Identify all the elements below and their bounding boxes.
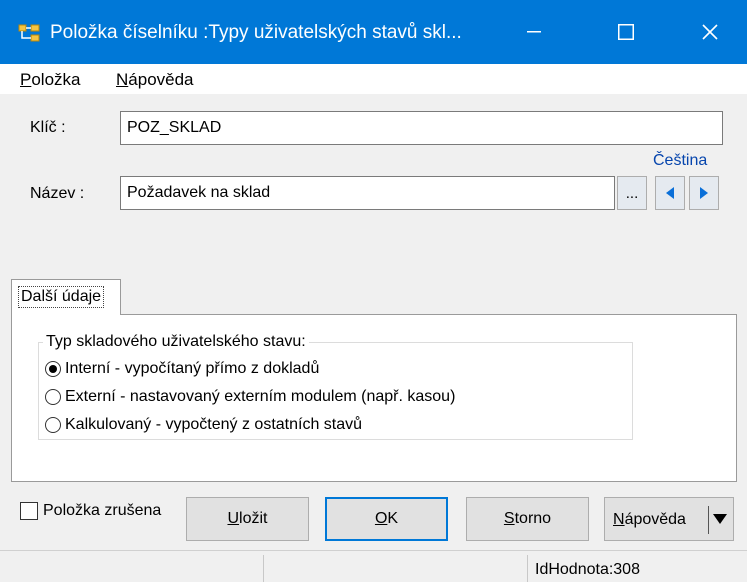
save-button[interactable]: Uložit	[186, 497, 309, 541]
key-label: Klíč :	[30, 119, 66, 136]
status-id: IdHodnota:308	[535, 561, 640, 578]
maximize-button[interactable]	[596, 0, 656, 64]
minimize-icon	[527, 31, 541, 33]
close-button[interactable]	[680, 0, 740, 64]
tab-dalsi-udaje[interactable]: Další údaje	[11, 279, 121, 315]
status-divider	[263, 555, 264, 582]
name-input[interactable]: Požadavek na sklad	[120, 176, 615, 210]
prev-language-button[interactable]	[655, 176, 685, 210]
help-button[interactable]: Nápověda	[604, 497, 734, 541]
group-title: Typ skladového uživatelského stavu:	[43, 332, 309, 352]
menu-napoveda[interactable]: Nápověda	[116, 70, 194, 90]
help-divider	[708, 506, 709, 534]
title-bar: Položka číselníku :Typy uživatelských st…	[0, 0, 747, 64]
status-bar: IdHodnota:308	[0, 550, 747, 582]
name-label: Název :	[30, 185, 85, 202]
menu-bar: Položka Nápověda	[0, 64, 747, 94]
maximize-icon	[618, 24, 634, 40]
dropdown-arrow-icon[interactable]	[713, 514, 727, 526]
radio-external[interactable]: Externí - nastavovaný externím modulem (…	[45, 388, 455, 406]
tab-label: Další údaje	[18, 286, 105, 308]
status-divider	[527, 555, 528, 582]
next-language-button[interactable]	[689, 176, 719, 210]
app-tree-icon	[18, 24, 40, 42]
cancelled-checkbox[interactable]	[20, 502, 38, 520]
key-input[interactable]: POZ_SKLAD	[120, 111, 723, 145]
arrow-right-icon	[700, 187, 708, 199]
minimize-button[interactable]	[504, 0, 564, 64]
cancel-button[interactable]: Storno	[466, 497, 589, 541]
close-icon	[702, 24, 718, 40]
radio-unselected-icon	[45, 417, 61, 433]
language-link[interactable]: Čeština	[653, 152, 707, 170]
ok-button[interactable]: OK	[325, 497, 448, 541]
menu-polozka[interactable]: Položka	[20, 70, 80, 90]
arrow-left-icon	[666, 187, 674, 199]
radio-selected-icon	[45, 361, 61, 377]
ellipsis-button[interactable]: ...	[617, 176, 647, 210]
radio-unselected-icon	[45, 389, 61, 405]
window-title: Položka číselníku :Typy uživatelských st…	[50, 22, 462, 43]
radio-calculated[interactable]: Kalkulovaný - vypočtený z ostatních stav…	[45, 416, 362, 434]
help-label: Nápověda	[613, 511, 686, 528]
cancelled-label: Položka zrušena	[43, 502, 162, 519]
radio-internal[interactable]: Interní - vypočítaný přímo z dokladů	[45, 360, 319, 378]
